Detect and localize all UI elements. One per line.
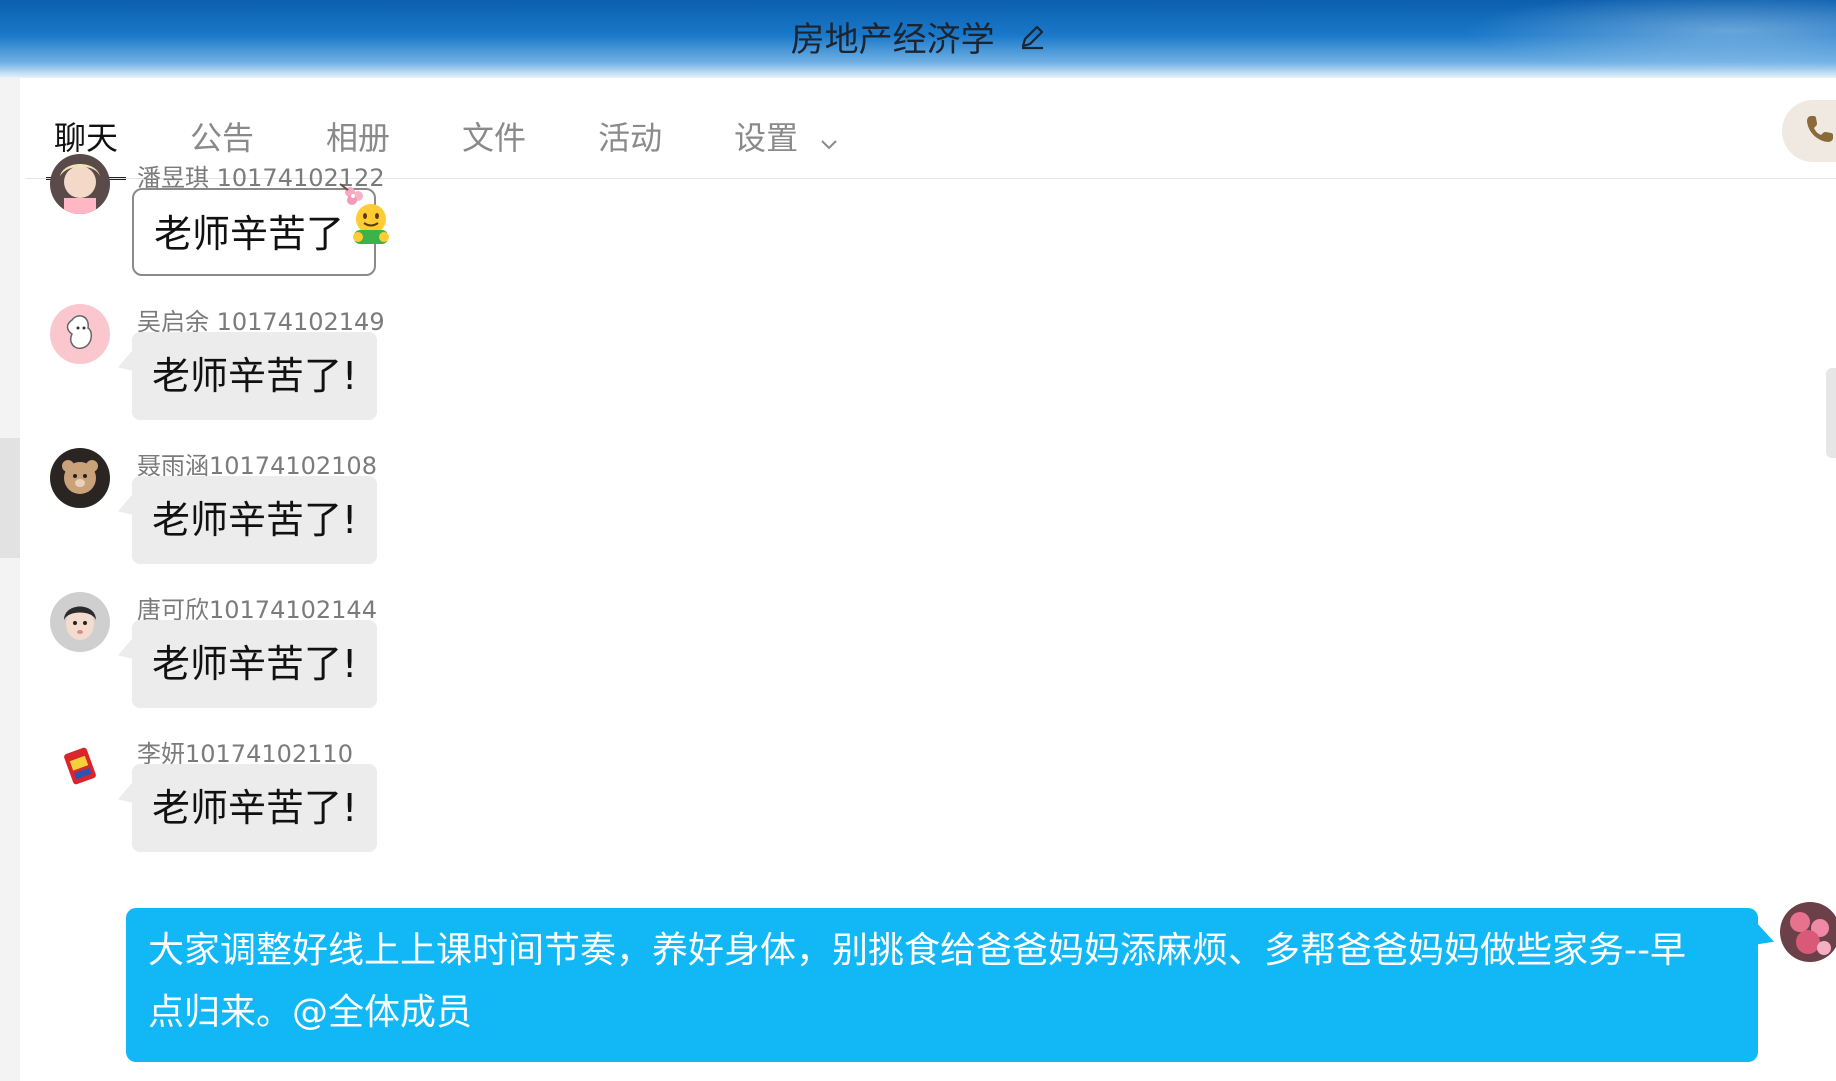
- pencil-icon[interactable]: [1019, 17, 1045, 61]
- message-bubble[interactable]: 老师辛苦了!: [132, 332, 378, 420]
- chevron-down-icon: [820, 80, 838, 200]
- tab-files[interactable]: 文件: [454, 78, 534, 178]
- avatar[interactable]: [50, 304, 110, 364]
- own-avatar[interactable]: [1780, 902, 1836, 962]
- message-text: 老师辛苦了!: [152, 786, 358, 830]
- tab-announcement-label: 公告: [190, 119, 255, 157]
- flower-sticker-icon: [338, 182, 372, 216]
- message-bubble[interactable]: 老师辛苦了!: [132, 764, 378, 852]
- own-message-line-1: 大家调整好线上上课时间节奏，养好身体，别挑食给爸爸妈妈添麻烦、多帮爸爸妈妈做些家…: [148, 930, 1686, 971]
- title-bar: 房地产经济学: [0, 0, 1836, 78]
- right-scroll-handle[interactable]: [1826, 368, 1836, 458]
- message-text: 老师辛苦了: [154, 212, 345, 256]
- phone-icon: [1804, 113, 1836, 149]
- tab-settings-label: 设置: [734, 119, 799, 157]
- call-button[interactable]: [1782, 100, 1836, 162]
- own-message-bubble[interactable]: 大家调整好线上上课时间节奏，养好身体，别挑食给爸爸妈妈添麻烦、多帮爸爸妈妈做些家…: [126, 908, 1758, 1062]
- avatar[interactable]: [50, 448, 110, 508]
- message-text: 老师辛苦了!: [152, 642, 358, 686]
- avatar[interactable]: [50, 736, 110, 796]
- avatar[interactable]: [50, 592, 110, 652]
- tab-settings[interactable]: 设置: [726, 78, 846, 178]
- title-wrap: 房地产经济学: [0, 18, 1836, 62]
- own-message-line-2: 点归来。@全体成员: [148, 992, 473, 1033]
- tab-activities[interactable]: 活动: [590, 78, 670, 178]
- avatar[interactable]: [50, 154, 110, 214]
- tab-activities-label: 活动: [598, 119, 663, 157]
- message-bubble[interactable]: 老师辛苦了!: [132, 620, 378, 708]
- tab-files-label: 文件: [462, 119, 527, 157]
- left-sidebar-strip: [0, 78, 20, 1081]
- group-title: 房地产经济学: [790, 20, 995, 60]
- message-text: 老师辛苦了!: [152, 498, 358, 542]
- message-bubble[interactable]: 老师辛苦了!: [132, 476, 378, 564]
- message-text: 老师辛苦了!: [152, 354, 358, 398]
- tab-album-label: 相册: [326, 119, 391, 157]
- chat-panel: 聊天 公告 相册 文件 活动 设置 潘昱琪 10174102122 老师辛苦了 …: [20, 78, 1836, 1081]
- left-collapse-handle[interactable]: [0, 438, 20, 558]
- tab-chat-label: 聊天: [54, 119, 119, 157]
